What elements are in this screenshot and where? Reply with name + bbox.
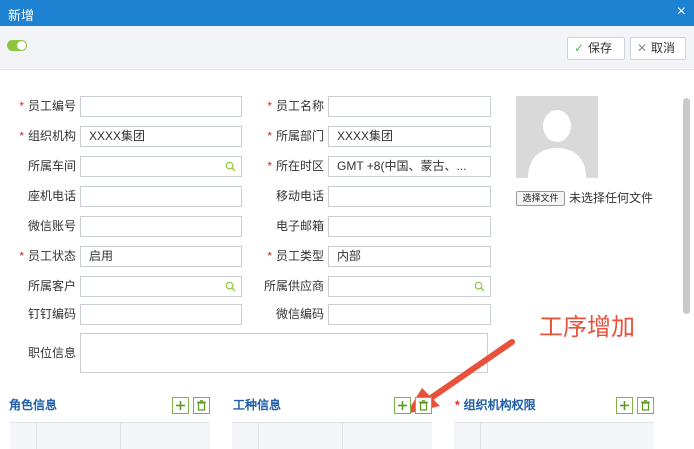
organization-input[interactable]: XXXX集团 [80,126,242,147]
wechat-code-label: 微信编码 [275,307,324,321]
plus-icon [398,401,407,410]
roles-grid-header [10,422,210,449]
work-types-grid-header [232,422,432,449]
required-mark: * [267,99,272,113]
dialog-titlebar: 新增 × [0,0,694,26]
org-permissions-delete-button[interactable] [637,397,654,414]
type-select[interactable]: 内部 [328,246,491,267]
position-label: 职位信息 [27,346,76,360]
grid-divider [258,423,259,449]
toolbar: ✓ 保存 ✕ 取消 [0,26,694,70]
dialog-title: 新增 [8,8,35,23]
avatar-placeholder [516,96,598,178]
employee-no-label: * 员工编号 [19,99,76,113]
timezone-select[interactable]: GMT +8(中国、蒙古、... [328,156,491,177]
trash-icon [197,400,206,411]
dingtalk-label: 钉钉编码 [27,307,76,321]
department-input[interactable]: XXXX集团 [328,126,491,147]
save-label: 保存 [588,41,613,55]
trash-icon [641,400,650,411]
employee-no-input[interactable] [80,96,242,117]
person-icon [516,96,598,178]
grid-divider [36,423,37,449]
workshop-input[interactable] [80,156,242,177]
annotation-text: 工序增加 [539,314,635,341]
plus-icon [176,401,185,410]
mobile-label: 移动电话 [275,189,324,203]
vertical-scrollbar[interactable] [683,98,690,314]
org-permissions-grid-header [454,422,654,449]
choose-file-button[interactable]: 选择文件 [516,191,565,206]
roles-delete-button[interactable] [193,397,210,414]
landline-input[interactable] [80,186,242,207]
status-label: * 员工状态 [19,249,76,263]
grid-divider [342,423,343,449]
work-types-delete-button[interactable] [415,397,432,414]
customer-input[interactable] [80,276,242,297]
workshop-label: 所属车间 [27,159,76,173]
employee-name-label: * 员工名称 [267,99,324,113]
grid-divider [480,423,481,449]
cancel-label: 取消 [651,41,676,55]
mobile-input[interactable] [328,186,491,207]
close-icon: ✕ [637,41,648,55]
org-permissions-section-title: * 组织机构权限 [455,398,536,412]
roles-add-button[interactable] [172,397,189,414]
required-mark: * [267,129,272,143]
email-label: 电子邮箱 [275,219,324,233]
work-types-add-button[interactable] [394,397,411,414]
supplier-input[interactable] [328,276,491,297]
trash-icon [419,400,428,411]
required-mark: * [19,249,24,263]
work-types-section-title: 工种信息 [233,398,282,412]
plus-icon [620,401,629,410]
timezone-label: * 所在时区 [267,159,324,173]
required-mark: * [19,129,24,143]
search-icon[interactable] [474,281,485,292]
status-toggle[interactable] [7,40,27,51]
type-label: * 员工类型 [267,249,324,263]
wechat-label: 微信账号 [27,219,76,233]
file-status-text: 未选择任何文件 [569,191,654,205]
wechat-code-input[interactable] [328,304,491,325]
required-mark: * [267,249,272,263]
organization-label: * 组织机构 [19,129,76,143]
required-mark: * [455,398,460,412]
email-input[interactable] [328,216,491,237]
landline-label: 座机电话 [27,189,76,203]
close-icon[interactable]: × [677,2,686,22]
save-button[interactable]: ✓ 保存 [567,37,625,60]
status-select[interactable]: 启用 [80,246,242,267]
grid-divider [120,423,121,449]
check-icon: ✓ [574,41,585,55]
employee-name-input[interactable] [328,96,491,117]
required-mark: * [267,159,272,173]
wechat-input[interactable] [80,216,242,237]
dingtalk-input[interactable] [80,304,242,325]
department-label: * 所属部门 [267,129,324,143]
search-icon[interactable] [225,281,236,292]
search-icon[interactable] [225,161,236,172]
required-mark: * [19,99,24,113]
customer-label: 所属客户 [27,279,76,293]
cancel-button[interactable]: ✕ 取消 [630,37,686,60]
org-permissions-add-button[interactable] [616,397,633,414]
roles-section-title: 角色信息 [9,398,58,412]
toggle-knob [17,41,26,50]
supplier-label: 所属供应商 [263,279,324,293]
